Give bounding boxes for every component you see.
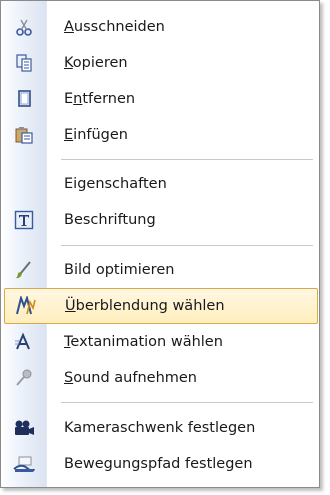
menu-item-copy[interactable]: Kopieren [1, 45, 319, 81]
context-menu: Ausschneiden Kopieren Entfernen Einfügen… [0, 0, 320, 488]
brush-icon [1, 252, 46, 288]
menu-separator [61, 245, 313, 246]
menu-item-remove[interactable]: Entfernen [1, 81, 319, 117]
menu-item-choose-transition[interactable]: Überblendung wählen [4, 288, 318, 324]
text-animation-icon [1, 324, 46, 360]
menu-item-label: Eigenschaften [64, 176, 167, 192]
delete-page-icon [1, 81, 46, 117]
menu-separator [61, 159, 313, 160]
scissors-icon [1, 9, 46, 45]
menu-item-label: Sound aufnehmen [64, 370, 197, 386]
menu-item-properties[interactable]: Eigenschaften [1, 166, 319, 202]
menu-item-paste[interactable]: Einfügen [1, 117, 319, 153]
menu-item-label: Überblendung wählen [65, 298, 225, 314]
copy-icon [1, 45, 46, 81]
menu-item-label: Kameraschwenk festlegen [64, 420, 256, 436]
text-caption-icon [1, 202, 46, 238]
menu-separator [61, 402, 313, 403]
menu-item-label: Textanimation wählen [64, 334, 223, 350]
menu-item-label: Bild optimieren [64, 262, 175, 278]
menu-item-optimize-image[interactable]: Bild optimieren [1, 252, 319, 288]
menu-item-label: Kopieren [64, 55, 128, 71]
menu-item-set-motion-path[interactable]: Bewegungspfad festlegen [1, 446, 319, 482]
menu-item-label: Einfügen [64, 127, 128, 143]
menu-item-set-camera-pan[interactable]: Kameraschwenk festlegen [1, 410, 319, 446]
paste-icon [1, 117, 46, 153]
menu-item-caption[interactable]: Beschriftung [1, 202, 319, 238]
microphone-icon [1, 360, 46, 396]
menu-item-label: Bewegungspfad festlegen [64, 456, 253, 472]
menu-item-label: Entfernen [64, 91, 136, 107]
motion-path-icon [1, 446, 46, 482]
menu-item-label: Beschriftung [64, 212, 156, 228]
camera-icon [1, 410, 46, 446]
menu-item-cut[interactable]: Ausschneiden [1, 9, 319, 45]
menu-item-record-sound[interactable]: Sound aufnehmen [1, 360, 319, 396]
transition-icon [5, 288, 47, 324]
menu-item-choose-text-animation[interactable]: Textanimation wählen [1, 324, 319, 360]
menu-item-label: Ausschneiden [64, 19, 165, 35]
